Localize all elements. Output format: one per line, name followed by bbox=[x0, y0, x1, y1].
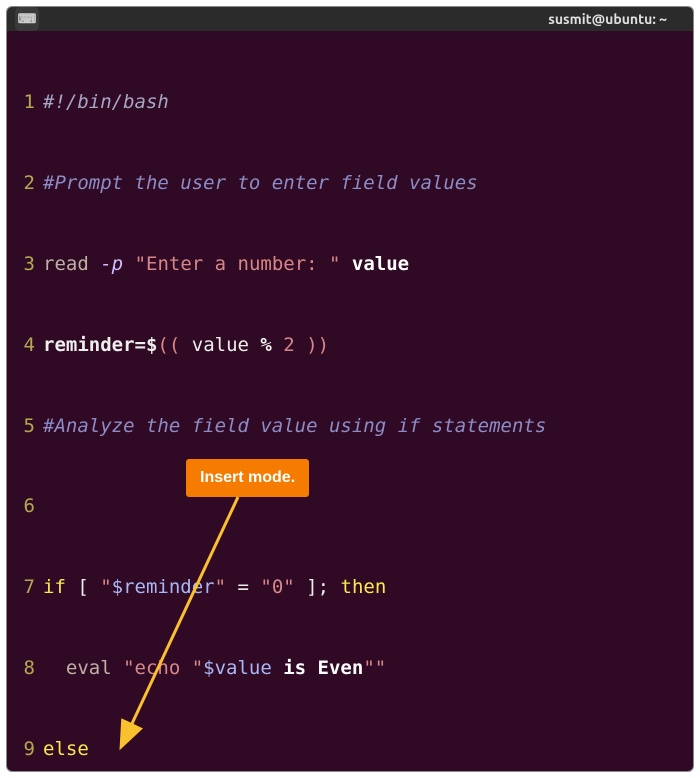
line-number: 8 bbox=[7, 655, 43, 682]
code-line-7: 7if [ "$reminder" = "0" ]; then bbox=[7, 574, 693, 601]
string: "0" bbox=[260, 576, 294, 598]
lhs: reminder bbox=[43, 334, 135, 356]
number: 2 bbox=[283, 334, 294, 356]
line-number: 6 bbox=[7, 493, 43, 520]
string: "echo " bbox=[123, 657, 203, 679]
expr: value bbox=[180, 334, 260, 356]
kw-then: then bbox=[341, 576, 387, 598]
shebang: #!/bin/bash bbox=[43, 91, 169, 113]
kw-if: if bbox=[43, 576, 66, 598]
kw-else: else bbox=[43, 738, 89, 760]
string: "Enter a number: " bbox=[135, 253, 341, 275]
code-line-4: 4reminder=$(( value % 2 )) bbox=[7, 332, 693, 359]
mod-op: % bbox=[260, 334, 271, 356]
text: is Even bbox=[272, 657, 364, 679]
quote: " bbox=[215, 576, 226, 598]
code-line-1: 1#!/bin/bash bbox=[7, 89, 693, 116]
option: -p bbox=[100, 253, 123, 275]
code-line-8: 8 eval "echo "$value is Even"" bbox=[7, 655, 693, 682]
quote: "" bbox=[363, 657, 386, 679]
code-line-9: 9else bbox=[7, 736, 693, 763]
new-tab-icon[interactable]: ⌨ bbox=[15, 7, 39, 31]
comment: #Analyze the field value using if statem… bbox=[43, 415, 546, 437]
cmd-read: read bbox=[43, 253, 89, 275]
cmd-eval: eval bbox=[43, 657, 123, 679]
terminal-window: ⌨ susmit@ubuntu: ~ 1#!/bin/bash 2#Prompt… bbox=[6, 6, 694, 772]
line-number: 5 bbox=[7, 413, 43, 440]
editor-body[interactable]: 1#!/bin/bash 2#Prompt the user to enter … bbox=[7, 31, 693, 772]
eq-op: = bbox=[226, 576, 260, 598]
code-line-2: 2#Prompt the user to enter field values bbox=[7, 170, 693, 197]
window-title: susmit@ubuntu: ~ bbox=[548, 11, 685, 27]
titlebar: ⌨ susmit@ubuntu: ~ bbox=[7, 7, 693, 31]
comment: #Prompt the user to enter field values bbox=[43, 172, 478, 194]
line-number: 7 bbox=[7, 574, 43, 601]
code-line-3: 3read -p "Enter a number: " value bbox=[7, 251, 693, 278]
keyboard-icon: ⌨ bbox=[18, 12, 37, 27]
line-number: 1 bbox=[7, 89, 43, 116]
annotation-label: Insert mode. bbox=[186, 459, 309, 497]
line-number: 3 bbox=[7, 251, 43, 278]
dollar: $ bbox=[146, 334, 157, 356]
line-number: 2 bbox=[7, 170, 43, 197]
bracket: ]; bbox=[295, 576, 341, 598]
bracket: [ bbox=[66, 576, 100, 598]
variable: $reminder bbox=[112, 576, 215, 598]
code-line-5: 5#Analyze the field value using if state… bbox=[7, 413, 693, 440]
line-number: 4 bbox=[7, 332, 43, 359]
paren-open: (( bbox=[157, 334, 180, 356]
paren-close: )) bbox=[295, 334, 329, 356]
line-number: 9 bbox=[7, 736, 43, 763]
space bbox=[272, 334, 283, 356]
variable: $value bbox=[203, 657, 272, 679]
quote: " bbox=[100, 576, 111, 598]
assign: = bbox=[135, 334, 146, 356]
code-line-6: 6 bbox=[7, 493, 693, 520]
identifier: value bbox=[352, 253, 409, 275]
